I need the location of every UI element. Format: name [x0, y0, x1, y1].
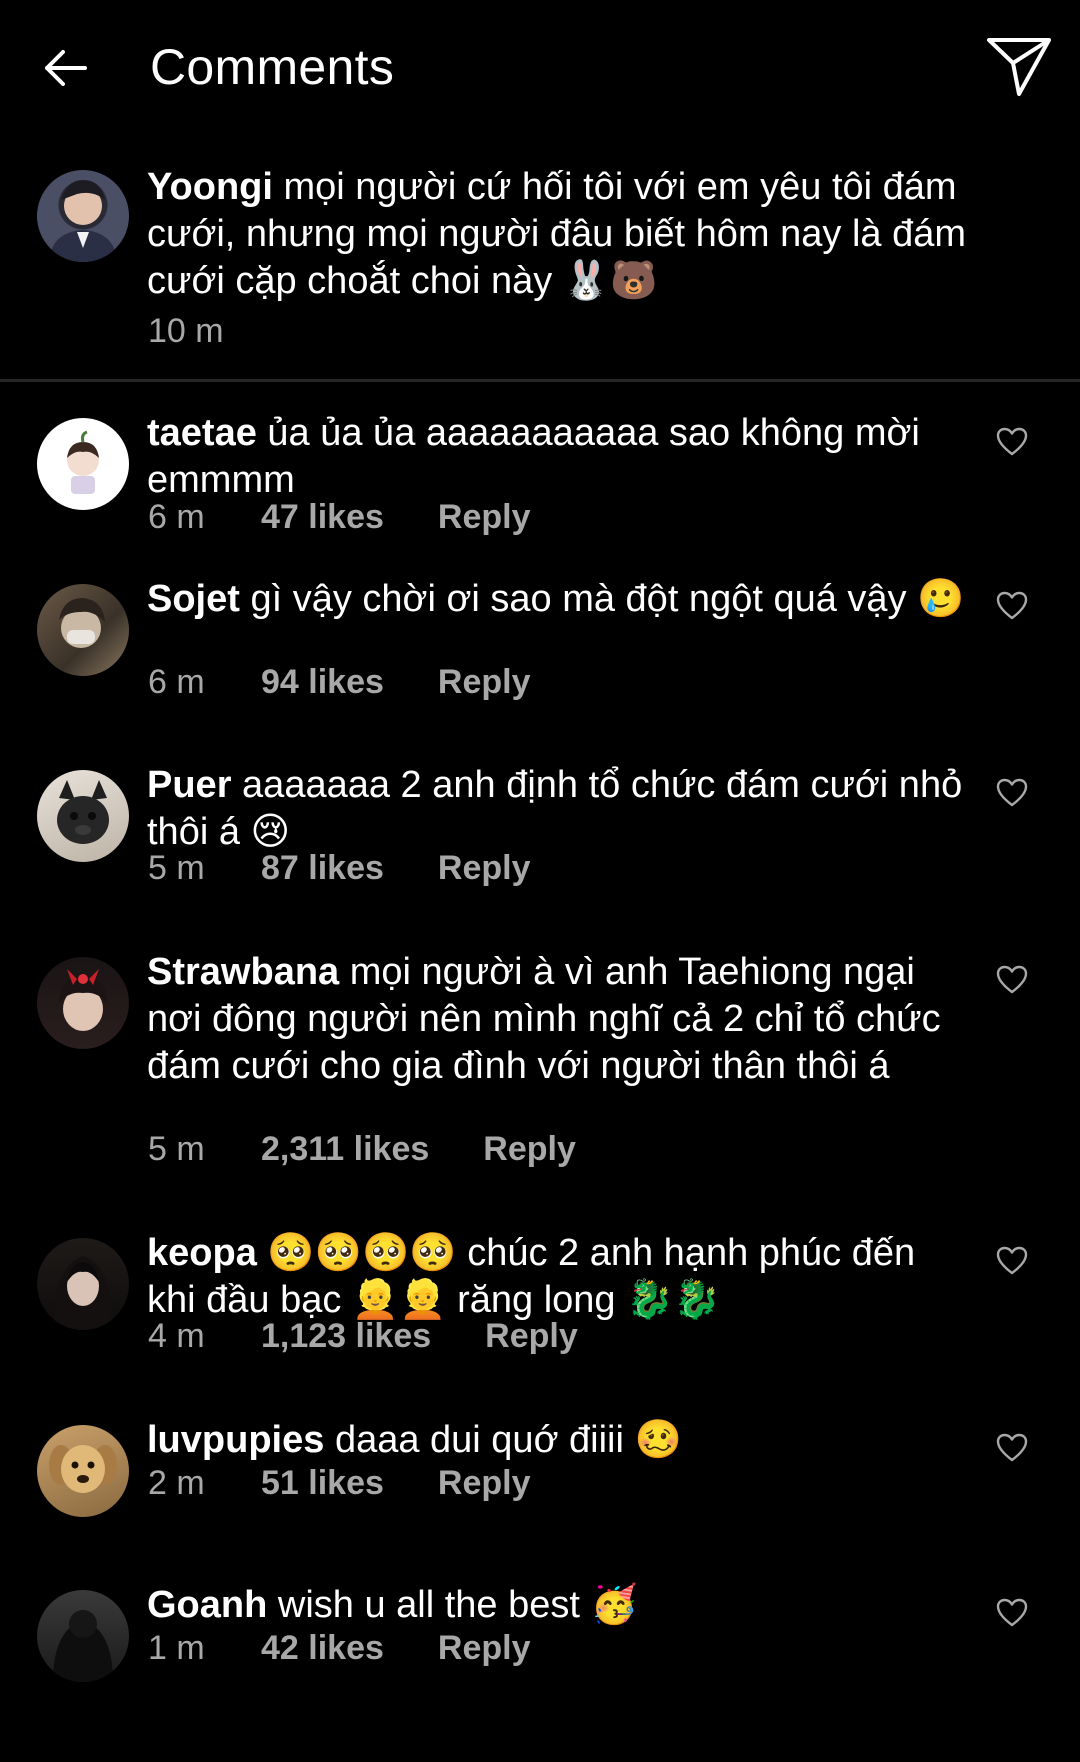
comment-meta: 4 m 1,123 likes Reply: [148, 1317, 578, 1356]
comment-likes[interactable]: 51 likes: [261, 1464, 384, 1503]
comment-username[interactable]: taetae: [147, 412, 257, 454]
comment-time: 6 m: [148, 663, 205, 701]
reply-button[interactable]: Reply: [483, 1130, 576, 1169]
like-button[interactable]: [994, 1430, 1030, 1466]
page-title: Comments: [150, 39, 395, 95]
comment-likes[interactable]: 1,123 likes: [261, 1317, 431, 1356]
avatar[interactable]: [37, 418, 129, 510]
heart-icon: [996, 1598, 1028, 1627]
avatar-photo-icon: [54, 1256, 112, 1330]
caption-text: Yoongi mọi người cứ hối tôi với em yêu t…: [147, 164, 1027, 305]
comment-list: taetae ủa ủa ủa aaaaaaaaaaa sao không mờ…: [0, 382, 1080, 1745]
comment-meta: 5 m 87 likes Reply: [148, 849, 530, 888]
avatar-photo-icon: [59, 969, 107, 1031]
comment-text: Sojet gì vậy chời ơi sao mà đột ngột quá…: [147, 576, 967, 623]
comment-username[interactable]: Puer: [147, 764, 231, 806]
comment-meta: 1 m 42 likes Reply: [148, 1629, 530, 1668]
caption-time: 10 m: [148, 312, 224, 350]
avatar-dog-icon: [57, 780, 109, 844]
comment-body: ủa ủa ủa aaaaaaaaaaa sao không mời emmmm: [147, 412, 920, 501]
comment-body: daaa dui quớ điiii 🥴: [334, 1419, 682, 1461]
reply-button[interactable]: Reply: [438, 1629, 531, 1668]
comment-likes[interactable]: 47 likes: [261, 498, 384, 537]
arrow-left-icon: [45, 50, 87, 86]
caption-username[interactable]: Yoongi: [147, 166, 273, 208]
like-button[interactable]: [994, 1595, 1030, 1631]
comment-item: Strawbana mọi người à vì anh Taehiong ng…: [0, 942, 1080, 1223]
back-button[interactable]: [36, 44, 92, 92]
comment-item: luvpupies daaa dui quớ điiii 🥴 2 m 51 li…: [0, 1410, 1080, 1575]
like-button[interactable]: [994, 424, 1030, 460]
avatar[interactable]: [37, 1590, 129, 1682]
comment-username[interactable]: keopa: [147, 1232, 257, 1274]
like-button[interactable]: [994, 962, 1030, 998]
comment-item: taetae ủa ủa ủa aaaaaaaaaaa sao không mờ…: [0, 382, 1080, 568]
avatar[interactable]: [37, 1238, 129, 1330]
comment-time: 5 m: [148, 1130, 205, 1168]
comment-item: keopa 🥺🥺🥺🥺 chúc 2 anh hạnh phúc đến khi …: [0, 1223, 1080, 1410]
comment-body: gì vậy chời ơi sao mà đột ngột quá vậy 🥲: [250, 578, 965, 620]
comment-time: 4 m: [148, 1317, 205, 1355]
reply-button[interactable]: Reply: [438, 663, 531, 702]
comment-time: 2 m: [148, 1464, 205, 1502]
avatar-photo-icon: [53, 1610, 113, 1682]
comment-meta: 6 m 47 likes Reply: [148, 498, 530, 537]
heart-icon: [996, 778, 1028, 807]
reply-button[interactable]: Reply: [485, 1317, 578, 1356]
comment-likes[interactable]: 94 likes: [261, 663, 384, 702]
comment-item: Puer aaaaaaa 2 anh định tổ chức đám cưới…: [0, 755, 1080, 942]
comment-likes[interactable]: 42 likes: [261, 1629, 384, 1668]
avatar[interactable]: [37, 170, 129, 262]
heart-icon: [996, 1246, 1028, 1275]
comment-likes[interactable]: 2,311 likes: [261, 1130, 429, 1169]
like-button[interactable]: [994, 588, 1030, 624]
like-button[interactable]: [994, 775, 1030, 811]
comment-text: Goanh wish u all the best 🥳: [147, 1582, 967, 1629]
comment-time: 6 m: [148, 498, 205, 536]
avatar-chibi-icon: [67, 430, 99, 494]
reply-button[interactable]: Reply: [438, 498, 531, 537]
comment-body: wish u all the best 🥳: [277, 1584, 638, 1626]
caption: Yoongi mọi người cứ hối tôi với em yêu t…: [0, 134, 1080, 382]
comment-text: luvpupies daaa dui quớ điiii 🥴: [147, 1417, 967, 1464]
heart-icon: [996, 965, 1028, 994]
heart-icon: [996, 1433, 1028, 1462]
comment-meta: 2 m 51 likes Reply: [148, 1464, 530, 1503]
paper-plane-icon: [987, 38, 1051, 96]
comment-body: 🥺🥺🥺🥺 chúc 2 anh hạnh phúc đến khi đầu bạ…: [147, 1232, 916, 1321]
comment-time: 1 m: [148, 1629, 205, 1667]
comment-text: taetae ủa ủa ủa aaaaaaaaaaa sao không mờ…: [147, 410, 967, 504]
comment-meta: 5 m 2,311 likes Reply: [148, 1130, 576, 1169]
like-button[interactable]: [994, 1243, 1030, 1279]
comment-username[interactable]: Strawbana: [147, 951, 339, 993]
avatar[interactable]: [37, 1425, 129, 1517]
reply-button[interactable]: Reply: [438, 849, 531, 888]
avatar[interactable]: [37, 770, 129, 862]
reply-button[interactable]: Reply: [438, 1464, 531, 1503]
comment-username[interactable]: Goanh: [147, 1584, 267, 1626]
comment-likes[interactable]: 87 likes: [261, 849, 384, 888]
heart-icon: [996, 591, 1028, 620]
comment-username[interactable]: Sojet: [147, 578, 240, 620]
comment-text: Puer aaaaaaa 2 anh định tổ chức đám cưới…: [147, 762, 967, 856]
share-button[interactable]: [984, 34, 1054, 100]
comment-item: Sojet gì vậy chời ơi sao mà đột ngột quá…: [0, 568, 1080, 755]
avatar[interactable]: [37, 584, 129, 676]
comment-username[interactable]: luvpupies: [147, 1419, 324, 1461]
avatar-puppy-icon: [49, 1445, 117, 1493]
comment-text: Strawbana mọi người à vì anh Taehiong ng…: [147, 949, 967, 1090]
comment-time: 5 m: [148, 849, 205, 887]
avatar-photo-icon: [59, 598, 105, 648]
comment-body: aaaaaaa 2 anh định tổ chức đám cưới nhỏ …: [147, 764, 963, 853]
heart-icon: [996, 427, 1028, 456]
header: Comments: [0, 0, 1080, 134]
avatar[interactable]: [37, 957, 129, 1049]
comment-text: keopa 🥺🥺🥺🥺 chúc 2 anh hạnh phúc đến khi …: [147, 1230, 967, 1324]
comment-item: Goanh wish u all the best 🥳 1 m 42 likes…: [0, 1575, 1080, 1745]
avatar-person-icon: [49, 180, 117, 262]
comment-meta: 6 m 94 likes Reply: [148, 663, 530, 702]
